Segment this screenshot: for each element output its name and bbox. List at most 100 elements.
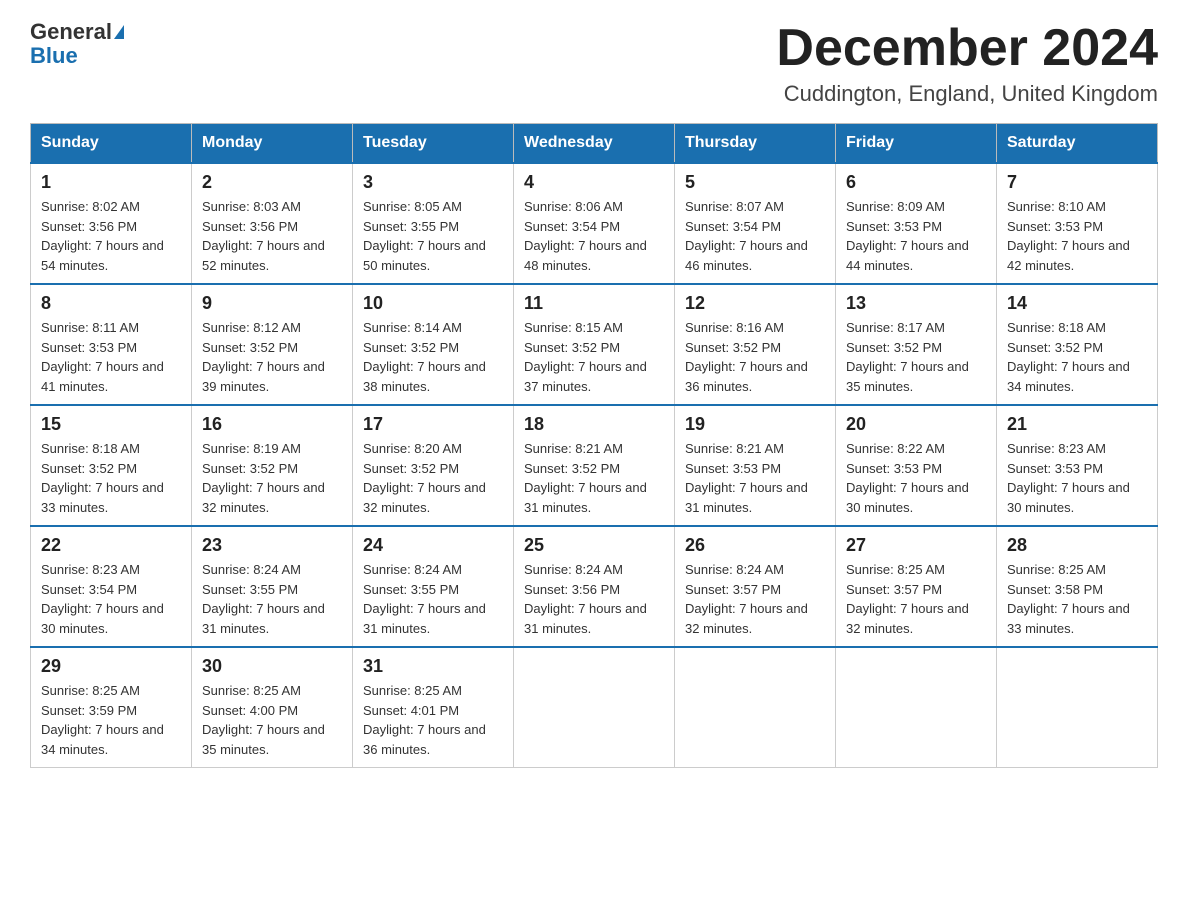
day-info: Sunrise: 8:10 AMSunset: 3:53 PMDaylight:… — [1007, 197, 1147, 275]
calendar-cell: 14 Sunrise: 8:18 AMSunset: 3:52 PMDaylig… — [997, 284, 1158, 405]
day-number: 7 — [1007, 172, 1147, 193]
calendar-header-friday: Friday — [836, 124, 997, 164]
day-info: Sunrise: 8:23 AMSunset: 3:54 PMDaylight:… — [41, 560, 181, 638]
day-number: 31 — [363, 656, 503, 677]
day-number: 13 — [846, 293, 986, 314]
day-number: 11 — [524, 293, 664, 314]
logo-triangle-icon — [114, 25, 124, 39]
day-number: 14 — [1007, 293, 1147, 314]
logo: General Blue — [30, 20, 124, 68]
day-number: 8 — [41, 293, 181, 314]
day-number: 6 — [846, 172, 986, 193]
calendar-cell: 15 Sunrise: 8:18 AMSunset: 3:52 PMDaylig… — [31, 405, 192, 526]
calendar-header-thursday: Thursday — [675, 124, 836, 164]
calendar-cell: 7 Sunrise: 8:10 AMSunset: 3:53 PMDayligh… — [997, 163, 1158, 284]
calendar-cell: 24 Sunrise: 8:24 AMSunset: 3:55 PMDaylig… — [353, 526, 514, 647]
day-info: Sunrise: 8:25 AMSunset: 3:57 PMDaylight:… — [846, 560, 986, 638]
day-info: Sunrise: 8:24 AMSunset: 3:57 PMDaylight:… — [685, 560, 825, 638]
day-info: Sunrise: 8:21 AMSunset: 3:53 PMDaylight:… — [685, 439, 825, 517]
calendar-cell: 16 Sunrise: 8:19 AMSunset: 3:52 PMDaylig… — [192, 405, 353, 526]
day-info: Sunrise: 8:22 AMSunset: 3:53 PMDaylight:… — [846, 439, 986, 517]
day-number: 12 — [685, 293, 825, 314]
calendar-cell: 10 Sunrise: 8:14 AMSunset: 3:52 PMDaylig… — [353, 284, 514, 405]
calendar-cell: 31 Sunrise: 8:25 AMSunset: 4:01 PMDaylig… — [353, 647, 514, 768]
calendar-cell: 26 Sunrise: 8:24 AMSunset: 3:57 PMDaylig… — [675, 526, 836, 647]
day-info: Sunrise: 8:14 AMSunset: 3:52 PMDaylight:… — [363, 318, 503, 396]
day-info: Sunrise: 8:24 AMSunset: 3:56 PMDaylight:… — [524, 560, 664, 638]
day-number: 26 — [685, 535, 825, 556]
calendar-cell: 25 Sunrise: 8:24 AMSunset: 3:56 PMDaylig… — [514, 526, 675, 647]
day-info: Sunrise: 8:11 AMSunset: 3:53 PMDaylight:… — [41, 318, 181, 396]
calendar-header-saturday: Saturday — [997, 124, 1158, 164]
calendar-cell: 4 Sunrise: 8:06 AMSunset: 3:54 PMDayligh… — [514, 163, 675, 284]
logo-general-text: General — [30, 20, 112, 44]
day-number: 22 — [41, 535, 181, 556]
calendar-header-row: SundayMondayTuesdayWednesdayThursdayFrid… — [31, 124, 1158, 164]
day-info: Sunrise: 8:25 AMSunset: 3:59 PMDaylight:… — [41, 681, 181, 759]
day-info: Sunrise: 8:05 AMSunset: 3:55 PMDaylight:… — [363, 197, 503, 275]
day-number: 20 — [846, 414, 986, 435]
day-number: 18 — [524, 414, 664, 435]
day-number: 24 — [363, 535, 503, 556]
calendar-header-sunday: Sunday — [31, 124, 192, 164]
day-number: 4 — [524, 172, 664, 193]
day-number: 29 — [41, 656, 181, 677]
day-info: Sunrise: 8:06 AMSunset: 3:54 PMDaylight:… — [524, 197, 664, 275]
day-number: 15 — [41, 414, 181, 435]
day-info: Sunrise: 8:20 AMSunset: 3:52 PMDaylight:… — [363, 439, 503, 517]
day-info: Sunrise: 8:24 AMSunset: 3:55 PMDaylight:… — [202, 560, 342, 638]
day-info: Sunrise: 8:07 AMSunset: 3:54 PMDaylight:… — [685, 197, 825, 275]
day-info: Sunrise: 8:24 AMSunset: 3:55 PMDaylight:… — [363, 560, 503, 638]
calendar-cell: 1 Sunrise: 8:02 AMSunset: 3:56 PMDayligh… — [31, 163, 192, 284]
day-number: 28 — [1007, 535, 1147, 556]
day-number: 27 — [846, 535, 986, 556]
calendar-cell: 17 Sunrise: 8:20 AMSunset: 3:52 PMDaylig… — [353, 405, 514, 526]
day-info: Sunrise: 8:21 AMSunset: 3:52 PMDaylight:… — [524, 439, 664, 517]
day-info: Sunrise: 8:17 AMSunset: 3:52 PMDaylight:… — [846, 318, 986, 396]
page-header: General Blue December 2024 Cuddington, E… — [30, 20, 1158, 107]
calendar-table: SundayMondayTuesdayWednesdayThursdayFrid… — [30, 123, 1158, 768]
calendar-cell: 13 Sunrise: 8:17 AMSunset: 3:52 PMDaylig… — [836, 284, 997, 405]
day-info: Sunrise: 8:15 AMSunset: 3:52 PMDaylight:… — [524, 318, 664, 396]
day-number: 23 — [202, 535, 342, 556]
day-number: 25 — [524, 535, 664, 556]
title-block: December 2024 Cuddington, England, Unite… — [776, 20, 1158, 107]
logo-blue-text: Blue — [30, 44, 124, 68]
day-number: 16 — [202, 414, 342, 435]
day-info: Sunrise: 8:02 AMSunset: 3:56 PMDaylight:… — [41, 197, 181, 275]
day-number: 30 — [202, 656, 342, 677]
calendar-week-row: 1 Sunrise: 8:02 AMSunset: 3:56 PMDayligh… — [31, 163, 1158, 284]
day-number: 9 — [202, 293, 342, 314]
day-info: Sunrise: 8:25 AMSunset: 4:00 PMDaylight:… — [202, 681, 342, 759]
day-number: 19 — [685, 414, 825, 435]
day-info: Sunrise: 8:03 AMSunset: 3:56 PMDaylight:… — [202, 197, 342, 275]
day-number: 17 — [363, 414, 503, 435]
calendar-cell: 29 Sunrise: 8:25 AMSunset: 3:59 PMDaylig… — [31, 647, 192, 768]
day-info: Sunrise: 8:23 AMSunset: 3:53 PMDaylight:… — [1007, 439, 1147, 517]
calendar-cell — [836, 647, 997, 768]
calendar-cell — [675, 647, 836, 768]
calendar-cell: 18 Sunrise: 8:21 AMSunset: 3:52 PMDaylig… — [514, 405, 675, 526]
calendar-cell: 30 Sunrise: 8:25 AMSunset: 4:00 PMDaylig… — [192, 647, 353, 768]
calendar-cell: 21 Sunrise: 8:23 AMSunset: 3:53 PMDaylig… — [997, 405, 1158, 526]
day-info: Sunrise: 8:18 AMSunset: 3:52 PMDaylight:… — [1007, 318, 1147, 396]
day-number: 1 — [41, 172, 181, 193]
calendar-cell: 3 Sunrise: 8:05 AMSunset: 3:55 PMDayligh… — [353, 163, 514, 284]
day-number: 10 — [363, 293, 503, 314]
calendar-cell: 27 Sunrise: 8:25 AMSunset: 3:57 PMDaylig… — [836, 526, 997, 647]
day-info: Sunrise: 8:25 AMSunset: 3:58 PMDaylight:… — [1007, 560, 1147, 638]
calendar-cell: 28 Sunrise: 8:25 AMSunset: 3:58 PMDaylig… — [997, 526, 1158, 647]
calendar-header-tuesday: Tuesday — [353, 124, 514, 164]
calendar-week-row: 22 Sunrise: 8:23 AMSunset: 3:54 PMDaylig… — [31, 526, 1158, 647]
calendar-cell: 9 Sunrise: 8:12 AMSunset: 3:52 PMDayligh… — [192, 284, 353, 405]
calendar-cell: 23 Sunrise: 8:24 AMSunset: 3:55 PMDaylig… — [192, 526, 353, 647]
calendar-cell: 2 Sunrise: 8:03 AMSunset: 3:56 PMDayligh… — [192, 163, 353, 284]
calendar-cell: 11 Sunrise: 8:15 AMSunset: 3:52 PMDaylig… — [514, 284, 675, 405]
day-number: 3 — [363, 172, 503, 193]
calendar-cell: 6 Sunrise: 8:09 AMSunset: 3:53 PMDayligh… — [836, 163, 997, 284]
calendar-header-wednesday: Wednesday — [514, 124, 675, 164]
calendar-week-row: 15 Sunrise: 8:18 AMSunset: 3:52 PMDaylig… — [31, 405, 1158, 526]
month-title: December 2024 — [776, 20, 1158, 77]
calendar-week-row: 29 Sunrise: 8:25 AMSunset: 3:59 PMDaylig… — [31, 647, 1158, 768]
day-info: Sunrise: 8:12 AMSunset: 3:52 PMDaylight:… — [202, 318, 342, 396]
